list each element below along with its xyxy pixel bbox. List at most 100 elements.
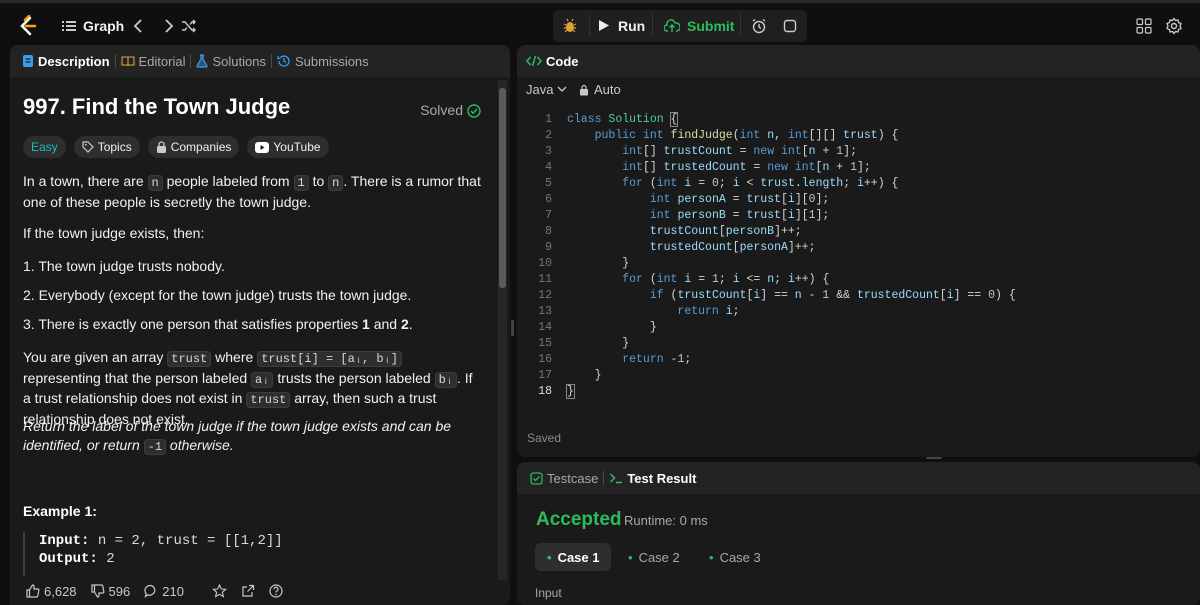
shuffle-icon (182, 19, 196, 32)
timer-button[interactable] (751, 3, 767, 48)
line-number: 17 (538, 369, 552, 382)
line-number: 12 (538, 289, 552, 302)
youtube-icon (255, 141, 270, 153)
chevron-right-icon (165, 18, 174, 33)
code-line: class Solution { (567, 112, 679, 127)
scrollbar-thumb[interactable] (499, 88, 506, 288)
companies-label: Companies (170, 139, 232, 154)
check-circle-icon (467, 103, 481, 118)
layout-grid-icon (1136, 17, 1152, 34)
solved-status: Solved (420, 101, 481, 120)
example-output: 2 (106, 551, 115, 567)
panel-resize-handle[interactable] (926, 457, 942, 459)
result-tabs: Testcase Test Result (517, 462, 1200, 494)
youtube-chip[interactable]: YouTube (247, 136, 329, 158)
note-icon (783, 19, 797, 32)
top-bar: Graph Run Submit (0, 0, 1200, 45)
settings-button[interactable] (1165, 3, 1183, 48)
line-number: 4 (545, 161, 552, 174)
code-line: } (622, 337, 630, 350)
runtime-label: Runtime: 0 ms (624, 513, 708, 528)
shuffle-button[interactable] (181, 3, 197, 48)
topics-label: Topics (97, 139, 132, 154)
submit-button[interactable]: Submit (664, 3, 734, 48)
mode-label: Auto (594, 82, 621, 97)
description-paragraph-4: You are given an array trust where trust… (23, 349, 473, 427)
tab-description[interactable]: Description (22, 54, 110, 69)
code-line: if (trustCount[i] == n - 1 && trustedCou… (649, 289, 1016, 302)
topics-chip[interactable]: Topics (73, 136, 140, 158)
description-scrollbar[interactable] (498, 80, 507, 580)
dislike-count: 596 (108, 583, 131, 599)
problem-tags: Easy Topics Companies YouTube (23, 136, 329, 158)
code-line: int[] trustCount = new int[n + 1]; (622, 145, 857, 158)
tab-submissions[interactable]: Submissions (277, 54, 369, 69)
line-number: 13 (538, 305, 552, 318)
next-problem-button[interactable] (164, 3, 174, 48)
code-tab[interactable]: Code (526, 54, 579, 69)
code-line: for (int i = 1; i <= n; i++) { (622, 273, 830, 286)
case-1-tab[interactable]: • Case 1 (535, 543, 612, 571)
comment-count: 210 (162, 583, 184, 599)
language-label: Java (526, 82, 554, 97)
line-number: 11 (538, 273, 552, 286)
language-select[interactable]: Java (526, 82, 567, 97)
vertical-resize-handle[interactable] (511, 320, 514, 336)
code-tab-label: Code (546, 53, 579, 69)
result-panel: Testcase Test Result Accepted Runtime: 0… (517, 462, 1200, 605)
run-label: Run (618, 17, 646, 34)
dislike-button[interactable]: 596 (90, 583, 131, 599)
case-2-tab[interactable]: • Case 2 (616, 543, 692, 571)
example-input: n = 2, trust = [[1,2]] (97, 533, 283, 549)
like-button[interactable]: 6,628 (26, 584, 77, 599)
favorite-button[interactable] (211, 584, 227, 598)
code-line: public int findJudge(int n, int[][] trus… (594, 129, 899, 142)
prev-problem-button[interactable] (133, 3, 143, 48)
line-number: 5 (545, 177, 552, 190)
case-3-tab[interactable]: • Case 3 (697, 543, 773, 571)
leetcode-logo-icon[interactable] (17, 3, 37, 48)
tag-icon (82, 141, 94, 153)
description-paragraph-1: In a town, there are n people labeled fr… (23, 173, 481, 210)
tab-testcase[interactable]: Testcase (530, 471, 598, 486)
tab-description-label: Description (38, 53, 110, 69)
autocomplete-mode[interactable]: Auto (579, 82, 621, 97)
chevron-down-icon (558, 86, 567, 92)
youtube-label: YouTube (273, 139, 321, 154)
code-line: int personB = trust[i][1]; (649, 209, 830, 222)
tab-solutions[interactable]: Solutions (196, 54, 266, 69)
notes-button[interactable] (783, 3, 797, 48)
debug-button[interactable] (562, 3, 578, 48)
tab-submissions-label: Submissions (294, 53, 369, 69)
companies-chip[interactable]: Companies (147, 136, 240, 158)
flask-icon (196, 54, 209, 68)
tab-editorial[interactable]: Editorial (120, 53, 186, 69)
share-button[interactable] (241, 584, 255, 598)
comments-button[interactable]: 210 (144, 584, 184, 599)
tab-testcase-label: Testcase (547, 470, 599, 486)
lock-icon (156, 141, 166, 153)
code-line: for (int i = 0; i < trust.length; i++) { (622, 177, 899, 190)
solved-label: Solved (420, 102, 463, 118)
description-paragraph-5: Return the label of the town judge if th… (23, 418, 452, 455)
help-button[interactable] (269, 584, 283, 598)
tab-test-result[interactable]: Test Result (609, 471, 696, 486)
code-line: } (566, 384, 575, 399)
problem-list-button[interactable]: Graph (62, 3, 124, 48)
code-line: } (594, 369, 602, 382)
code-line: return -1; (622, 353, 692, 366)
external-link-icon (242, 584, 255, 597)
like-count: 6,628 (44, 583, 77, 599)
line-number: 7 (545, 209, 552, 222)
terminal-icon (610, 473, 623, 484)
layout-button[interactable] (1136, 3, 1152, 48)
save-status: Saved (527, 431, 562, 445)
tab-editorial-label: Editorial (138, 53, 186, 69)
line-number: 14 (538, 321, 552, 334)
question-circle-icon (269, 584, 283, 598)
lock-icon (580, 84, 588, 95)
run-button[interactable]: Run (598, 3, 645, 48)
problem-title[interactable]: 997. Find the Town Judge (23, 96, 290, 118)
code-line: return i; (677, 305, 740, 318)
document-icon (23, 55, 33, 67)
